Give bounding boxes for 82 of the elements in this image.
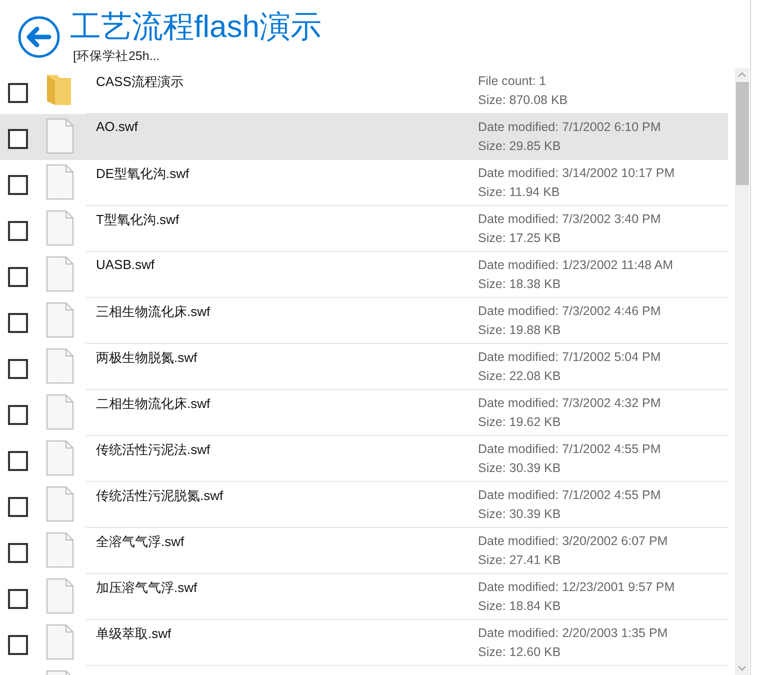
- file-size: Size: 22.08 KB: [478, 368, 561, 385]
- checkbox[interactable]: [8, 543, 28, 563]
- file-details: Date modified: 7/3/2002 4:46 PM: [478, 303, 661, 320]
- file-list-item[interactable]: 传统活性污泥脱氮.swf Date modified: 7/1/2002 4:55 PM Size: 30.39 KB: [0, 482, 728, 528]
- file-list-item[interactable]: 加压溶气气浮.swf Date modified: 12/23/2001 9:57 PM Size: 18.84 KB: [0, 574, 728, 620]
- file-list-item[interactable]: 传统活性污泥法.swf Date modified: 7/1/2002 4:55 PM Size: 30.39 KB: [0, 436, 728, 482]
- file-icon: [46, 256, 74, 292]
- checkbox[interactable]: [8, 175, 28, 195]
- file-icon: [46, 578, 74, 614]
- file-name: T型氧化沟.swf: [95, 211, 180, 229]
- checkbox[interactable]: [8, 129, 28, 149]
- file-name: 二相生物流化床.swf: [95, 395, 212, 413]
- file-icon: [46, 164, 74, 200]
- file-details: Date modified: 1/23/2002 11:48 AM: [478, 257, 674, 274]
- checkbox[interactable]: [8, 451, 28, 471]
- file-name: AO.swf: [95, 118, 139, 134]
- checkbox[interactable]: [8, 635, 28, 655]
- file-name: DE型氧化沟.swf: [95, 165, 190, 183]
- file-icon: [46, 302, 74, 338]
- file-list-item[interactable]: 单级萃取.swf Date modified: 2/20/2003 1:35 PM Size: 12.60 KB: [0, 620, 728, 666]
- file-icon: [46, 486, 74, 522]
- file-size: Size: 18.84 KB: [478, 598, 561, 615]
- checkbox[interactable]: [8, 267, 28, 287]
- checkbox[interactable]: [8, 405, 28, 425]
- checkbox[interactable]: [8, 497, 28, 517]
- file-size: Size: 30.39 KB: [478, 506, 561, 523]
- scroll-thumb[interactable]: [736, 82, 749, 185]
- file-size: Size: 11.94 KB: [478, 184, 560, 201]
- page-subtitle: [环保学社25h...: [73, 48, 161, 65]
- file-details: Date modified: 7/1/2002 4:55 PM: [478, 441, 661, 458]
- file-details: Date modified: 7/1/2002 5:04 PM: [478, 349, 661, 366]
- checkbox[interactable]: [8, 359, 28, 379]
- file-list-item[interactable]: 三相生物流化床.swf Date modified: 7/3/2002 4:46 PM Size: 19.88 KB: [0, 298, 728, 344]
- file-list-item[interactable]: 全溶气气浮.swf Date modified: 3/20/2002 6:07 PM Size: 27.41 KB: [0, 528, 728, 574]
- folder-icon: [46, 72, 72, 106]
- file-size: Size: 12.60 KB: [478, 644, 561, 661]
- file-list-item[interactable]: 二相生物流化床.swf Date modified: 7/3/2002 4:32 PM Size: 19.62 KB: [0, 390, 728, 436]
- file-list-item[interactable]: AO.swf Date modified: 7/1/2002 6:10 PM Size: 29.85 KB: [0, 114, 728, 160]
- file-list-item[interactable]: DE型氧化沟.swf Date modified: 3/14/2002 10:17 PM Size: 11.94 KB: [0, 160, 728, 206]
- file-icon: [46, 118, 74, 154]
- file-name: 加压溶气气浮.swf: [95, 579, 198, 597]
- checkbox[interactable]: [8, 83, 28, 103]
- file-icon: [46, 394, 74, 430]
- file-size: Size: 30.39 KB: [478, 460, 561, 477]
- back-button[interactable]: [18, 16, 60, 58]
- file-name: 传统活性污泥法.swf: [95, 441, 212, 459]
- file-icon: [46, 348, 74, 384]
- file-list-item[interactable]: UASB.swf Date modified: 1/23/2002 11:48 AM Size: 18.38 KB: [0, 252, 728, 298]
- file-name: 传统活性污泥脱氮.swf: [95, 487, 224, 505]
- file-name: 全溶气气浮.swf: [95, 533, 186, 551]
- checkbox[interactable]: [8, 221, 28, 241]
- scrollbar[interactable]: [735, 68, 749, 675]
- file-name: UASB.swf: [95, 256, 156, 272]
- file-size: Size: 19.88 KB: [478, 322, 561, 339]
- file-details: Date modified: 7/1/2002 6:10 PM: [478, 119, 661, 136]
- file-name: 两极生物脱氮.swf: [95, 349, 198, 367]
- file-size: Size: 27.41 KB: [478, 552, 561, 569]
- file-size: Size: 19.62 KB: [478, 414, 561, 431]
- file-size: Size: 17.25 KB: [478, 230, 561, 247]
- file-size: Size: 870.08 KB: [478, 92, 568, 109]
- file-size: Size: 18.38 KB: [478, 276, 561, 293]
- checkbox[interactable]: [8, 313, 28, 333]
- file-icon: [46, 624, 74, 660]
- file-details: Date modified: 7/3/2002 3:40 PM: [478, 211, 661, 228]
- file-icon: [46, 440, 74, 476]
- page-title: 工艺流程flash演示: [70, 10, 322, 44]
- file-icon: [46, 210, 74, 246]
- file-details: Date modified: 12/23/2001 9:57 PM: [478, 579, 675, 596]
- checkbox[interactable]: [8, 589, 28, 609]
- file-details: File count: 1: [478, 73, 546, 90]
- file-name: CASS流程演示: [95, 73, 184, 91]
- file-list-item[interactable]: 两极生物脱氮.swf Date modified: 7/1/2002 5:04 PM Size: 22.08 KB: [0, 344, 728, 390]
- file-details: Date modified: 7/1/2002 4:55 PM: [478, 487, 661, 504]
- file-details: Date modified: 7/3/2002 4:32 PM: [478, 395, 661, 412]
- file-list-item[interactable]: T型氧化沟.swf Date modified: 7/3/2002 3:40 PM Size: 17.25 KB: [0, 206, 728, 252]
- file-details: Date modified: 3/14/2002 10:17 PM: [478, 165, 675, 182]
- file-name: 三相生物流化床.swf: [95, 303, 212, 321]
- file-name: 单级萃取.swf: [95, 625, 172, 643]
- file-details: Date modified: 3/20/2002 6:07 PM: [478, 533, 668, 550]
- file-size: Size: 29.85 KB: [478, 138, 561, 155]
- file-icon: [46, 532, 74, 568]
- file-details: Date modified: 2/20/2003 1:35 PM: [478, 625, 668, 642]
